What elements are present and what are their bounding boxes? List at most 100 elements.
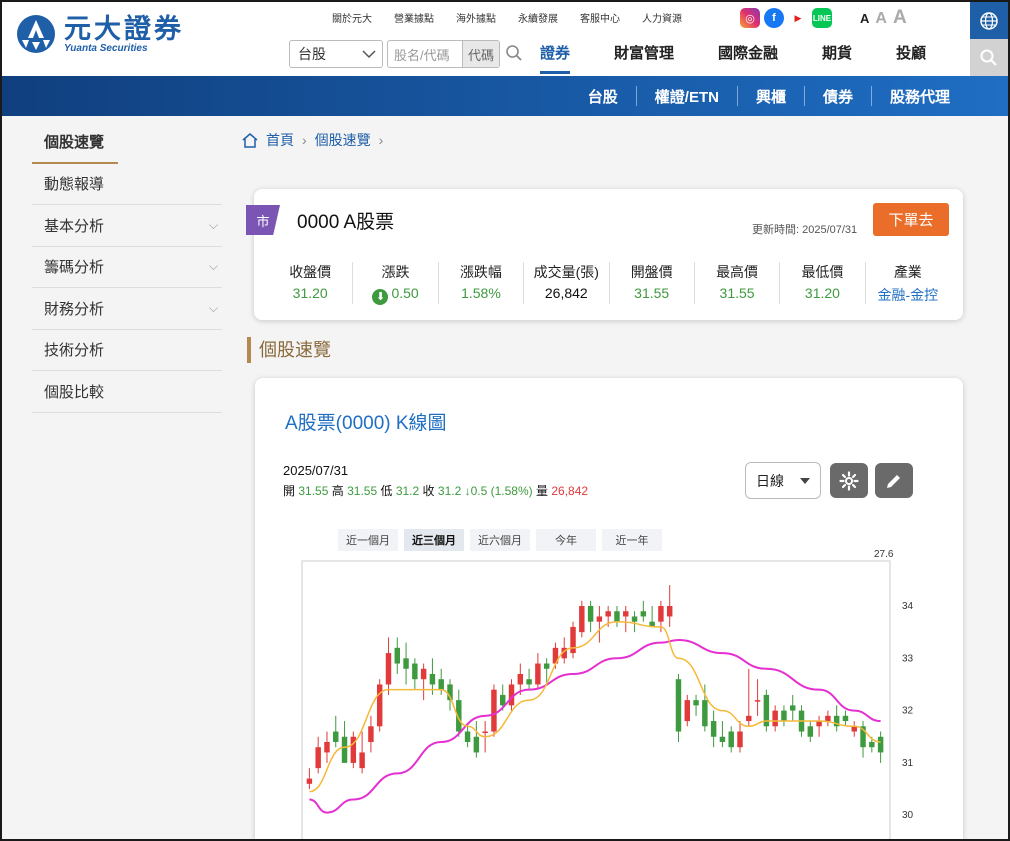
metric-label: 開盤價 xyxy=(630,264,673,280)
font-size-large[interactable]: A xyxy=(893,7,907,29)
metric-value: 0.50 xyxy=(391,285,419,301)
ohlc-volume: 26,842 xyxy=(551,484,589,498)
metric-change-percent: 漲跌幅 1.58% xyxy=(439,262,525,304)
candle-body xyxy=(517,673,524,685)
chart-title: A股票(0000) K線圖 xyxy=(285,413,447,434)
font-size-medium[interactable]: A xyxy=(875,10,887,28)
sidebar-item-label: 財務分析 xyxy=(44,300,105,318)
main-nav-securities[interactable]: 證券 xyxy=(540,42,571,74)
section-title: 個股速覽 xyxy=(247,337,331,363)
market-select-value: 台股 xyxy=(298,46,326,62)
sub-nav-stock-agency[interactable]: 股務代理 xyxy=(872,86,968,107)
stock-search-icon[interactable] xyxy=(505,44,523,62)
candle-body xyxy=(376,684,383,727)
top-value-label: 27.6 xyxy=(874,549,894,560)
main-nav-international[interactable]: 國際金融 xyxy=(718,42,778,74)
pencil-icon xyxy=(887,474,900,488)
stock-metrics: 收盤價 31.20 漲跌 ⬇ 0.50 漲跌幅 1.58% 成交量(張) 26,8… xyxy=(268,262,950,305)
main-nav-wealth[interactable]: 財富管理 xyxy=(614,42,674,74)
candle-body xyxy=(746,715,752,722)
metric-change: 漲跌 ⬇ 0.50 xyxy=(353,262,439,305)
candle-body xyxy=(807,726,814,737)
candle-body xyxy=(781,710,787,722)
metric-label: 漲跌幅 xyxy=(459,264,502,280)
sidebar-item-news[interactable]: 動態報導 xyxy=(32,164,222,205)
top-link-overseas[interactable]: 海外據點 xyxy=(456,10,496,25)
metric-label: 產業 xyxy=(893,264,922,280)
place-order-button[interactable]: 下單去 xyxy=(873,203,949,236)
sidebar-item-compare[interactable]: 個股比較 xyxy=(32,371,222,413)
sidebar-item-fundamental[interactable]: 基本分析 ⌵ xyxy=(32,205,222,247)
metric-label: 成交量(張) xyxy=(533,264,599,280)
sub-nav: 台股 權證/ETN 興櫃 債券 股務代理 xyxy=(570,86,968,107)
top-link-hr[interactable]: 人力資源 xyxy=(642,10,682,25)
youtube-icon[interactable]: ▶ xyxy=(788,8,808,28)
candle-body xyxy=(658,606,664,622)
sub-nav-bond[interactable]: 債券 xyxy=(805,86,871,107)
candle-body xyxy=(710,721,717,737)
candle-body xyxy=(605,611,611,617)
candle-body xyxy=(825,715,831,722)
sub-nav-tw-stock[interactable]: 台股 xyxy=(570,86,636,107)
market-select[interactable]: 台股 xyxy=(289,40,383,68)
candle-body xyxy=(315,747,321,769)
sidebar-item-financial[interactable]: 財務分析 ⌵ xyxy=(32,288,222,330)
stock-code-input[interactable]: 股名/代碼 代碼 xyxy=(387,40,500,68)
sidebar-item-chips[interactable]: 籌碼分析 ⌵ xyxy=(32,247,222,288)
site-search-button[interactable] xyxy=(970,39,1008,76)
line-icon[interactable]: LINE xyxy=(812,8,832,28)
top-link-service[interactable]: 客服中心 xyxy=(580,10,620,25)
chart-draw-button[interactable] xyxy=(875,463,913,498)
gear-icon xyxy=(839,470,859,491)
candle-body xyxy=(579,606,585,633)
y-tick-label: 30 xyxy=(902,810,914,821)
sidebar-item-label: 籌碼分析 xyxy=(44,259,105,277)
breadcrumb-current[interactable]: 個股速覽 xyxy=(315,130,371,150)
top-link-about[interactable]: 關於元大 xyxy=(332,10,372,25)
chart-settings-button[interactable] xyxy=(830,463,868,498)
home-icon[interactable] xyxy=(242,132,258,148)
globe-icon xyxy=(980,11,998,30)
language-button[interactable] xyxy=(970,2,1008,39)
market-badge: 市 xyxy=(246,205,280,235)
instagram-icon[interactable]: ◎ xyxy=(740,8,760,28)
candle-body xyxy=(623,611,629,617)
sidebar-item-technical[interactable]: 技術分析 xyxy=(32,330,222,371)
sub-nav-warrant[interactable]: 權證/ETN xyxy=(637,86,737,107)
facebook-icon[interactable]: f xyxy=(764,8,784,28)
industry-link[interactable]: 金融-金控 xyxy=(866,285,950,305)
kline-chart[interactable]: 27.6 34 33 32 31 30 xyxy=(255,548,963,841)
page-frame: 元大證券 Yuanta Securities 關於元大 營業據點 海外據點 永續… xyxy=(0,0,1010,841)
top-link-branches[interactable]: 營業據點 xyxy=(394,10,434,25)
font-size-small[interactable]: A xyxy=(860,11,869,26)
ohlc-low-label: 低 xyxy=(380,484,393,498)
main-nav-advisory[interactable]: 投顧 xyxy=(896,42,926,74)
candle-body xyxy=(429,673,436,685)
ohlc-close-label: 收 xyxy=(422,484,435,498)
top-links: 關於元大 營業據點 海外據點 永續發展 客服中心 人力資源 xyxy=(332,10,704,25)
metric-industry: 產業 金融-金控 xyxy=(866,262,950,304)
metric-value: 26,842 xyxy=(544,285,588,301)
sidebar: 個股速覽 動態報導 基本分析 ⌵ 籌碼分析 ⌵ 財務分析 ⌵ 技術分析 個股比較 xyxy=(32,122,222,413)
candle-body xyxy=(420,668,427,680)
top-link-sustainability[interactable]: 永續發展 xyxy=(518,10,558,25)
metric-open: 開盤價 31.55 xyxy=(610,262,695,304)
sub-nav-bar: 台股 權證/ETN 興櫃 債券 股務代理 xyxy=(2,76,1008,116)
sub-nav-emerging[interactable]: 興櫃 xyxy=(738,86,804,107)
candle-body xyxy=(394,647,400,664)
y-tick-label: 34 xyxy=(902,601,914,612)
candle-body xyxy=(754,700,761,702)
candle-body xyxy=(877,736,884,753)
stock-code-placeholder: 股名/代碼 xyxy=(394,47,450,63)
main-nav-futures[interactable]: 期貨 xyxy=(822,42,852,74)
ohlc-open: 31.55 xyxy=(298,484,329,498)
font-size-switcher: A A A xyxy=(860,7,907,29)
metric-close: 收盤價 31.20 xyxy=(268,262,354,304)
period-select[interactable]: 日線 xyxy=(745,462,821,499)
candle-body xyxy=(684,700,690,722)
breadcrumb-home[interactable]: 首頁 xyxy=(266,130,294,150)
sidebar-item-overview[interactable]: 個股速覽 xyxy=(32,122,118,164)
brand-logo[interactable]: 元大證券 Yuanta Securities xyxy=(16,14,184,54)
metric-value: 1.58% xyxy=(461,285,501,301)
candle-body xyxy=(570,626,576,654)
